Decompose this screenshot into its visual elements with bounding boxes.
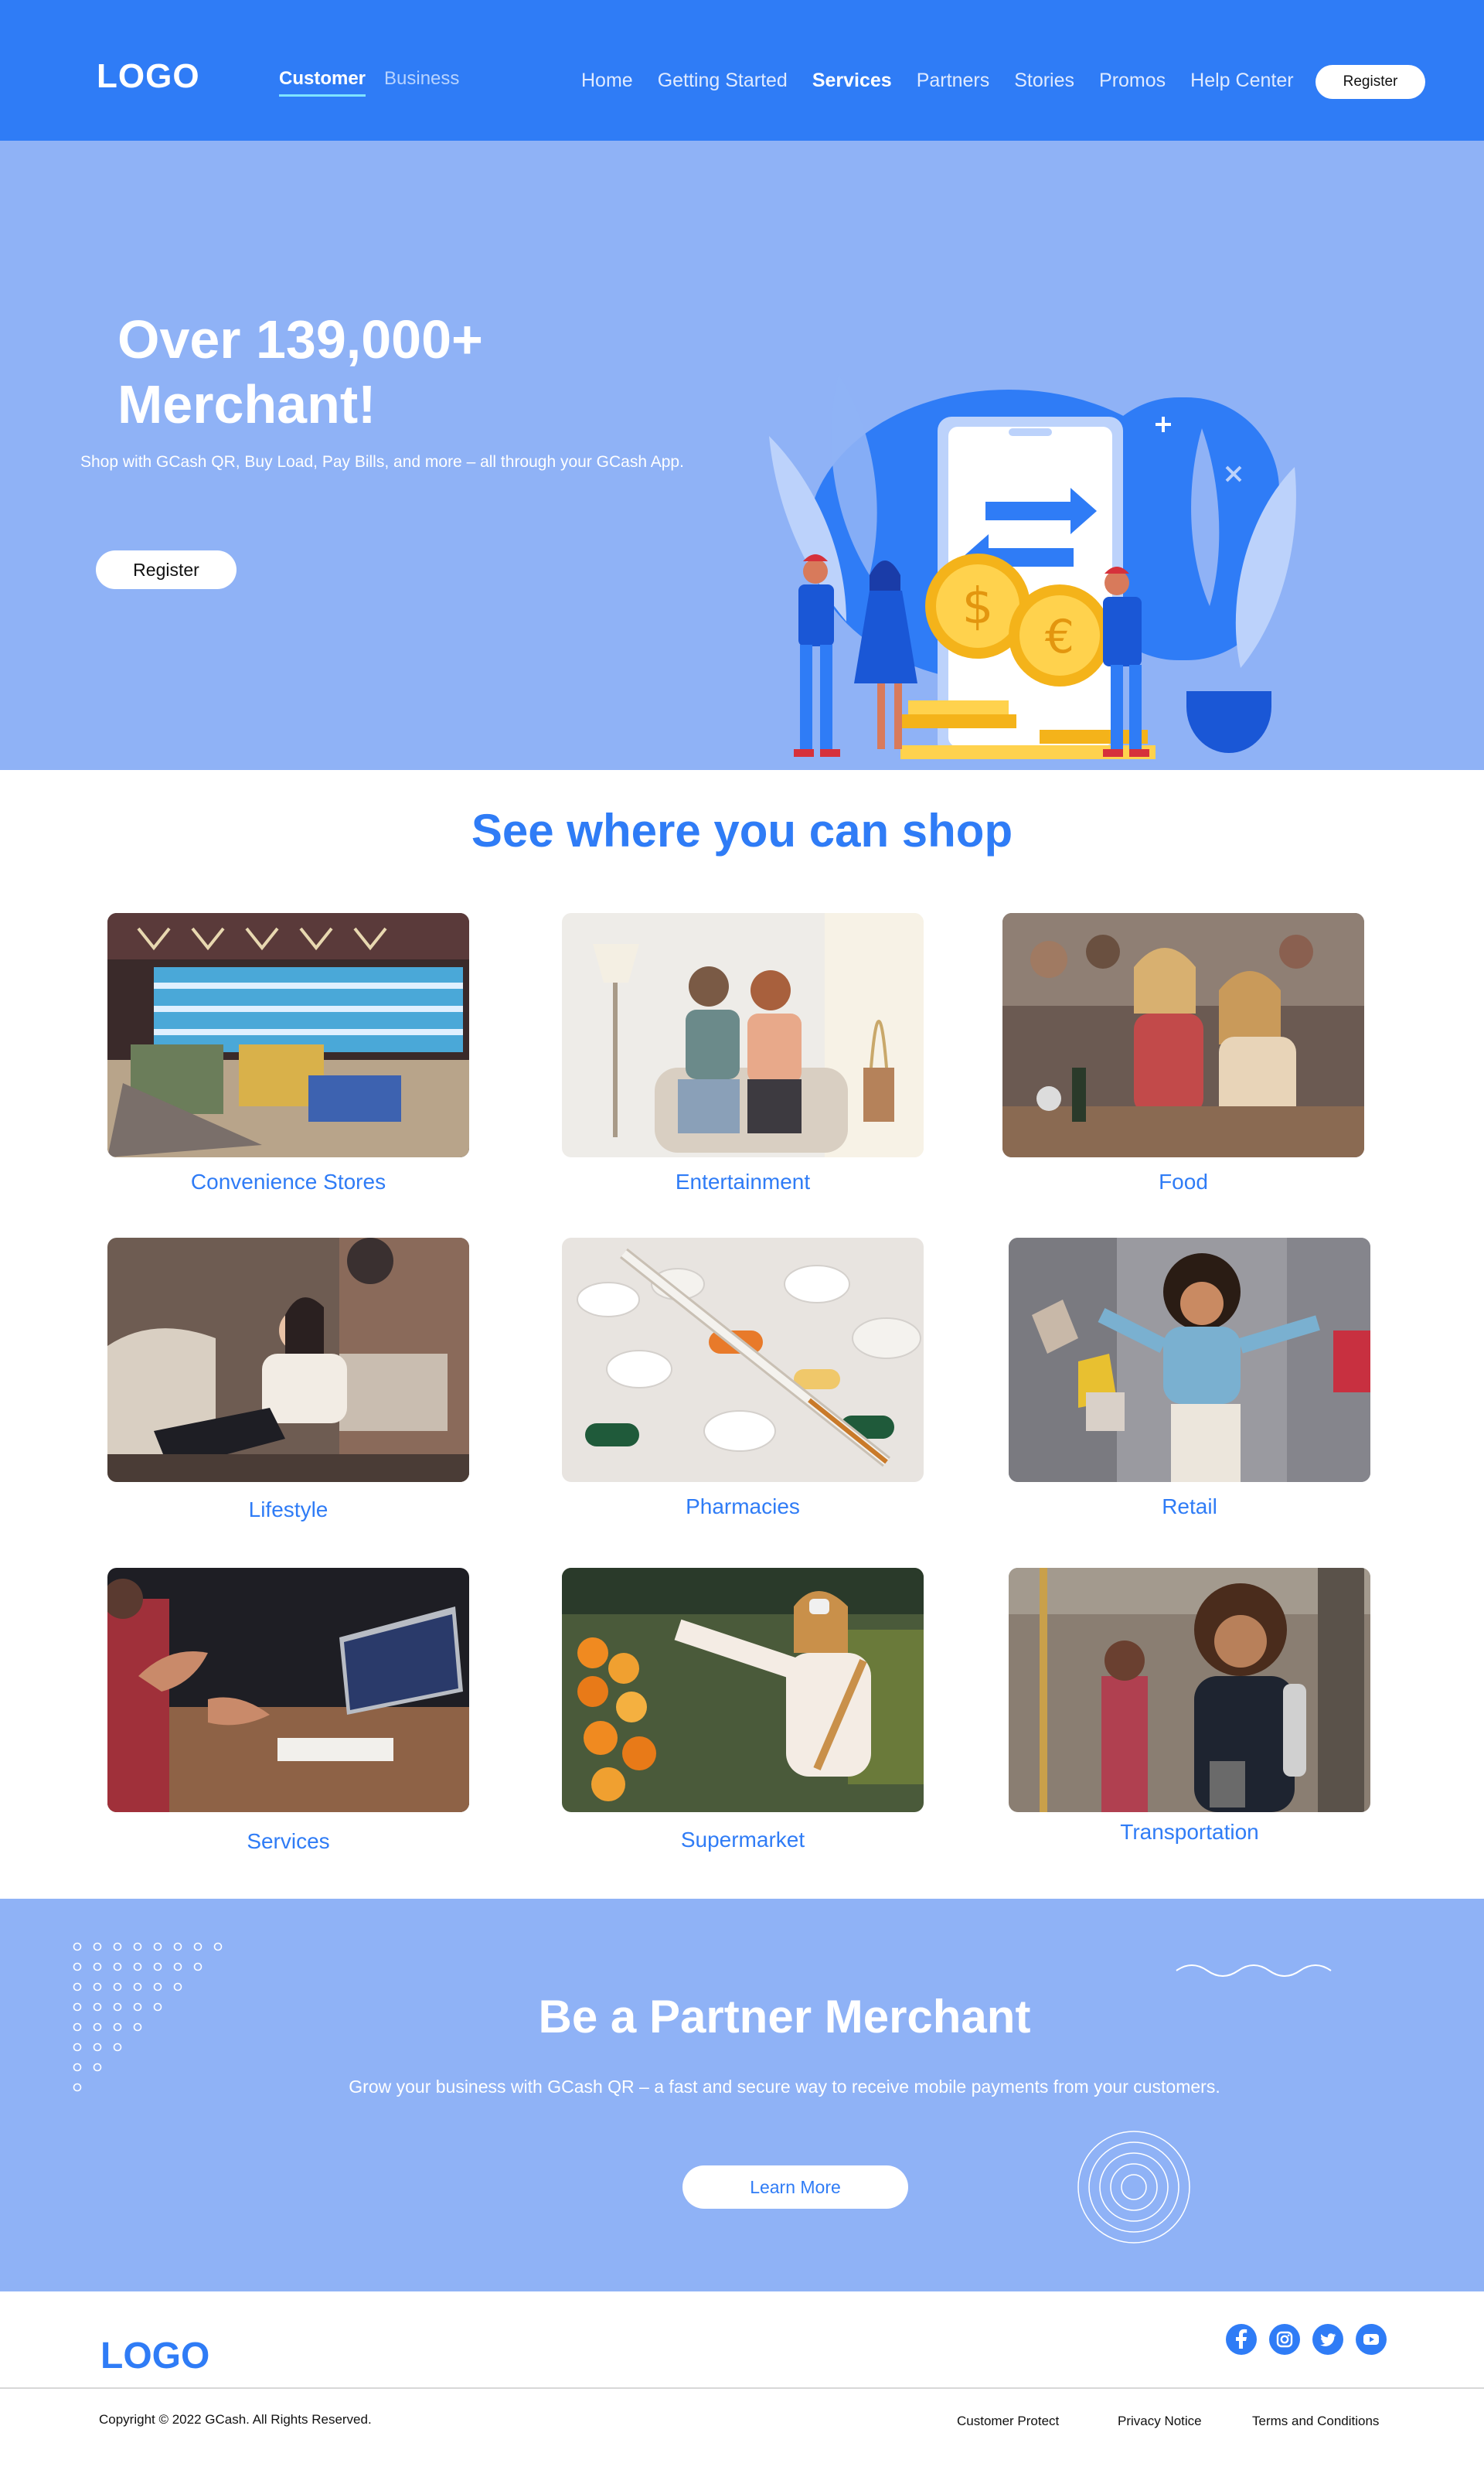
hero-subtitle: Shop with GCash QR, Buy Load, Pay Bills,… (80, 453, 684, 471)
convenience-stores-image (107, 913, 469, 1157)
shop-section-title: See where you can shop (471, 805, 1013, 857)
footer-link-customer-protect[interactable]: Customer Protect (957, 2414, 1059, 2429)
partner-title: Be a Partner Merchant (538, 1991, 1031, 2043)
site-header: LOGO Customer Business Home Getting Star… (0, 0, 1484, 141)
facebook-icon[interactable] (1226, 2324, 1257, 2355)
category-label[interactable]: Pharmacies (562, 1494, 924, 1519)
hero-illustration: $ € (769, 374, 1296, 759)
tab-customer[interactable]: Customer (279, 68, 366, 97)
category-card-pharmacies[interactable]: Pharmacies (562, 1238, 924, 1518)
category-label[interactable]: Transportation (1009, 1820, 1370, 1845)
category-label[interactable]: Retail (1009, 1494, 1370, 1519)
category-label[interactable]: Food (1002, 1170, 1364, 1194)
social-links (1226, 2324, 1387, 2355)
category-card-transportation[interactable]: Transportation (1009, 1568, 1370, 1844)
nav-stories[interactable]: Stories (1014, 70, 1074, 92)
circles-decoration (1077, 2131, 1190, 2244)
category-card-food[interactable]: Food (1002, 913, 1364, 1194)
services-image (107, 1568, 469, 1812)
pharmacies-image (562, 1238, 924, 1482)
nav-home[interactable]: Home (581, 70, 633, 92)
header-logo[interactable]: LOGO (97, 57, 200, 96)
retail-image (1009, 1238, 1370, 1482)
footer-link-terms[interactable]: Terms and Conditions (1252, 2414, 1379, 2429)
footer-link-privacy-notice[interactable]: Privacy Notice (1118, 2414, 1202, 2429)
hero-title: Over 139,000+ Merchant! (117, 309, 483, 434)
wave-decoration (1176, 1964, 1332, 1977)
footer-logo[interactable]: LOGO (100, 2335, 209, 2377)
hero-section: Over 139,000+ Merchant! Shop with GCash … (0, 141, 1484, 770)
category-card-convenience-stores[interactable]: Convenience Stores (107, 913, 469, 1194)
nav-partners[interactable]: Partners (917, 70, 989, 92)
category-label[interactable]: Entertainment (562, 1170, 924, 1194)
learn-more-button[interactable]: Learn More (682, 2165, 908, 2209)
main-nav: Home Getting Started Services Partners S… (581, 70, 1319, 92)
category-label[interactable]: Convenience Stores (107, 1170, 469, 1194)
svg-text:€: € (1045, 610, 1074, 664)
twitter-icon[interactable] (1312, 2324, 1343, 2355)
category-card-retail[interactable]: Retail (1009, 1238, 1370, 1518)
category-label[interactable]: Lifestyle (107, 1497, 469, 1522)
category-card-supermarket[interactable]: Supermarket (562, 1568, 924, 1852)
nav-services[interactable]: Services (812, 70, 892, 92)
youtube-icon[interactable] (1356, 2324, 1387, 2355)
footer-divider (0, 2387, 1484, 2389)
tab-business[interactable]: Business (384, 68, 459, 90)
lifestyle-image (107, 1238, 469, 1482)
copyright-text: Copyright © 2022 GCash. All Rights Reser… (99, 2412, 372, 2427)
partner-subtitle: Grow your business with GCash QR – a fas… (349, 2077, 1220, 2097)
supermarket-image (562, 1568, 924, 1812)
category-card-lifestyle[interactable]: Lifestyle (107, 1238, 469, 1521)
category-card-entertainment[interactable]: Entertainment (562, 913, 924, 1194)
partner-section: Be a Partner Merchant Grow your business… (0, 1899, 1484, 2291)
instagram-icon[interactable] (1269, 2324, 1300, 2355)
header-register-button[interactable]: Register (1316, 65, 1425, 99)
category-label[interactable]: Supermarket (562, 1828, 924, 1852)
category-card-services[interactable]: Services (107, 1568, 469, 1853)
nav-promos[interactable]: Promos (1099, 70, 1166, 92)
entertainment-image (562, 913, 924, 1157)
transportation-image (1009, 1568, 1370, 1812)
food-image (1002, 913, 1364, 1157)
nav-getting-started[interactable]: Getting Started (658, 70, 788, 92)
hero-register-button[interactable]: Register (96, 550, 237, 589)
category-label[interactable]: Services (107, 1829, 469, 1854)
nav-help-center[interactable]: Help Center (1190, 70, 1293, 92)
svg-text:$: $ (962, 578, 994, 635)
